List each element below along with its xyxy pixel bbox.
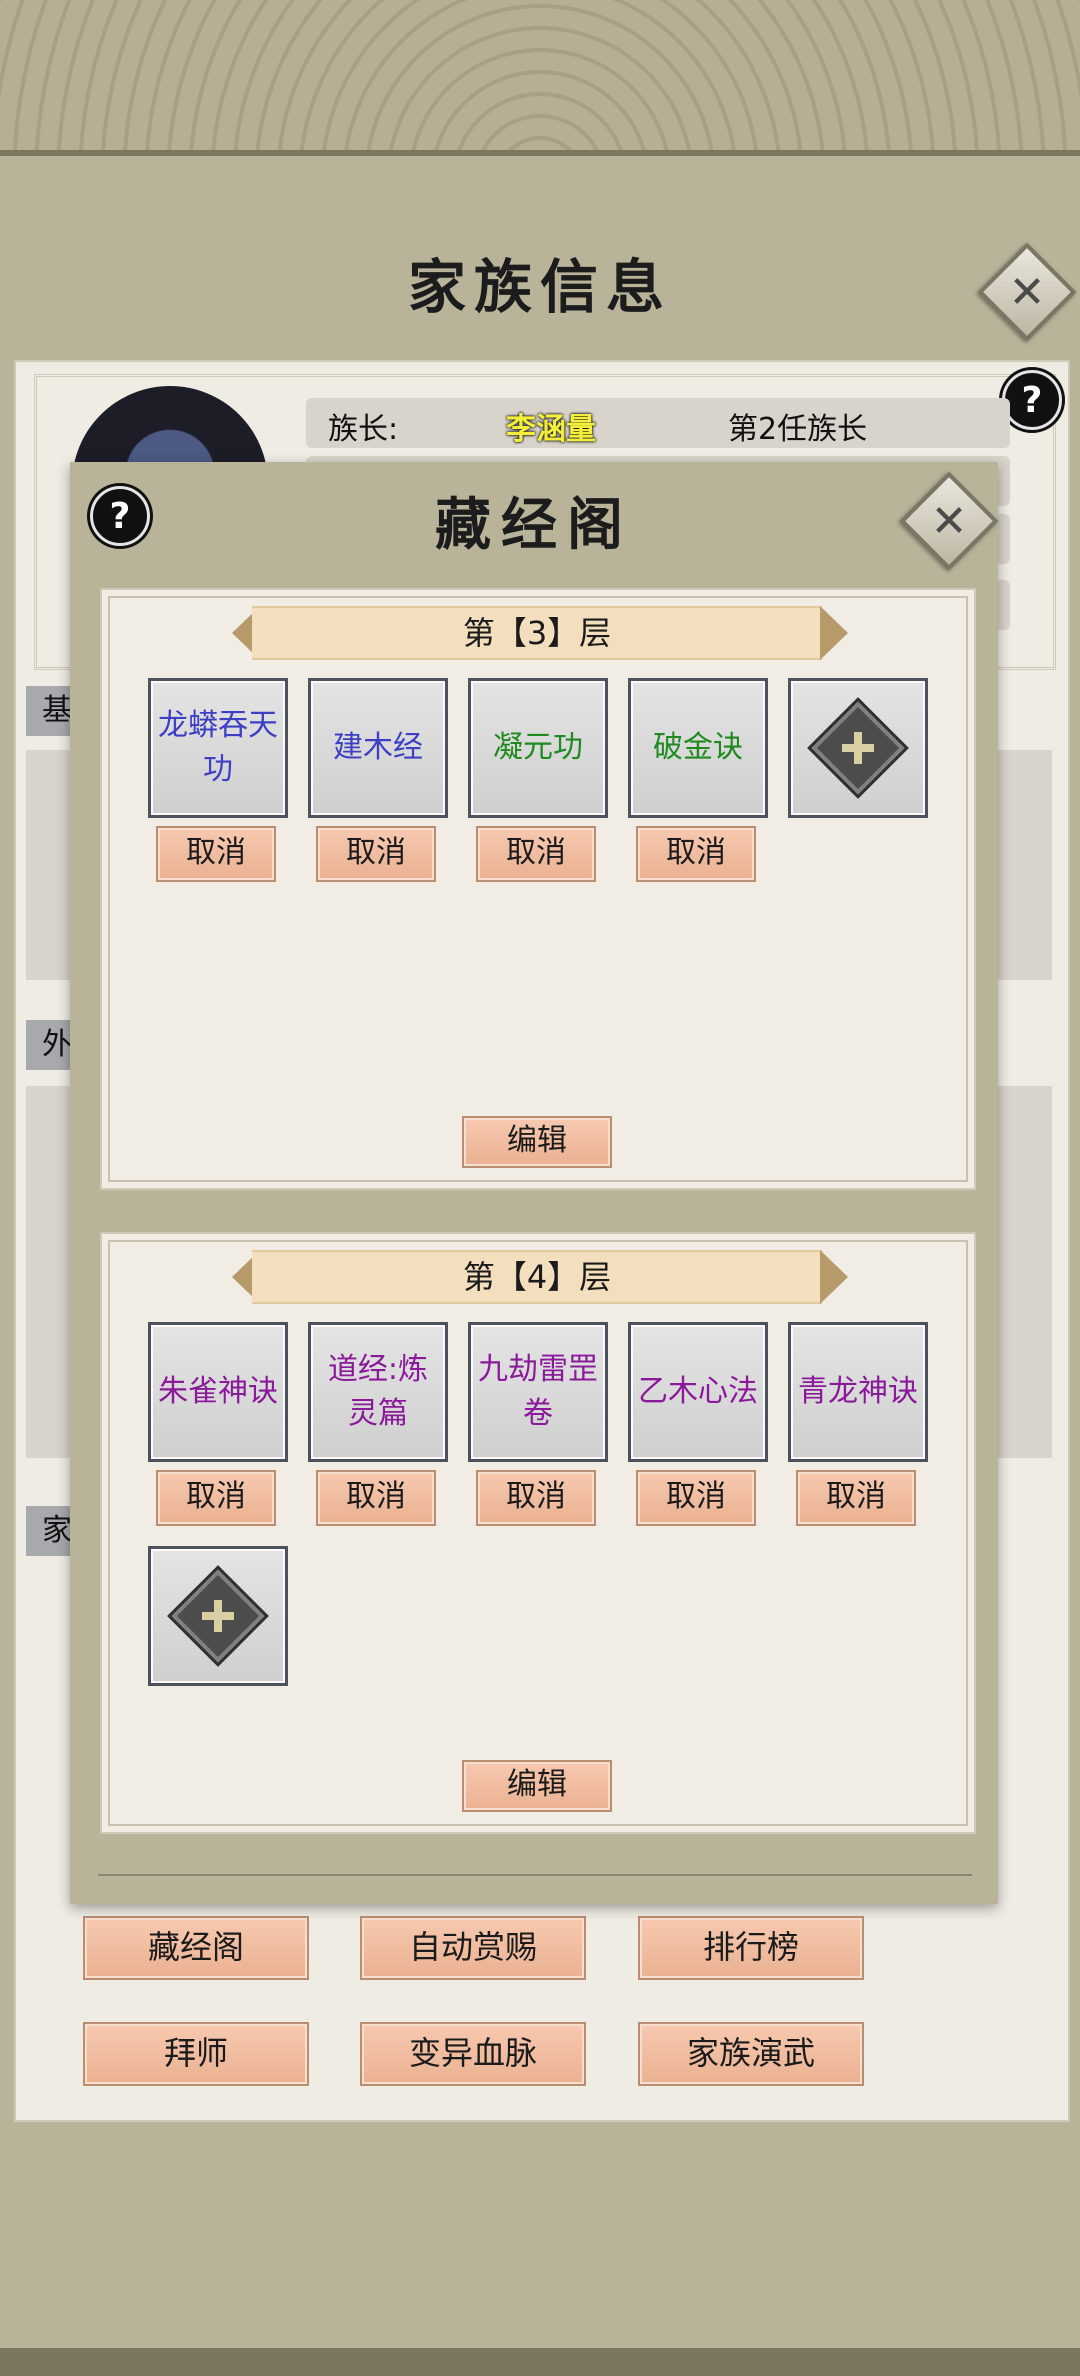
mutant-bloodline-button[interactable]: 变异血脉 (360, 2022, 586, 2086)
cancel-button[interactable]: 取消 (476, 1470, 596, 1526)
edit-button[interactable]: 编辑 (462, 1116, 612, 1168)
next-floor-arrow-icon[interactable] (820, 1250, 848, 1304)
cancel-button[interactable]: 取消 (636, 826, 756, 882)
close-icon: ✕ (1008, 266, 1046, 318)
add-skill-slot[interactable] (788, 678, 928, 818)
edit-button[interactable]: 编辑 (462, 1760, 612, 1812)
skill-slot[interactable]: 建木经 (308, 678, 448, 818)
bottom-decoration (0, 2348, 1080, 2376)
apprentice-button[interactable]: 拜师 (83, 2022, 309, 2086)
floor-card: 第【3】层 龙蟒吞天功 建木经 凝元功 破金诀 取消 取消 取消 取消 编辑 (100, 588, 976, 1190)
close-icon: ✕ (930, 495, 968, 547)
next-floor-arrow-icon[interactable] (820, 606, 848, 660)
leader-rank: 第2任族长 (728, 412, 868, 447)
library-dialog: 藏经阁 ? ✕ 第【3】层 龙蟒吞天功 建木经 凝元功 破金诀 取消 取消 取消… (70, 462, 999, 1904)
skill-slot[interactable]: 凝元功 (468, 678, 608, 818)
skill-slot[interactable]: 龙蟒吞天功 (148, 678, 288, 818)
floor-label: 第【3】层 (252, 606, 822, 660)
leader-row: 族长: 李涵量 第2任族长 (306, 398, 1010, 448)
top-decoration (0, 0, 1080, 156)
leader-name: 李涵量 (506, 412, 596, 447)
family-martial-button[interactable]: 家族演武 (638, 2022, 864, 2086)
cancel-button[interactable]: 取消 (156, 1470, 276, 1526)
add-skill-slot[interactable] (148, 1546, 288, 1686)
skill-slot[interactable]: 九劫雷罡卷 (468, 1322, 608, 1462)
skill-slot[interactable]: 道经:炼灵篇 (308, 1322, 448, 1462)
skill-slot[interactable]: 破金诀 (628, 678, 768, 818)
add-icon (811, 701, 905, 795)
cancel-button[interactable]: 取消 (156, 826, 276, 882)
cancel-button[interactable]: 取消 (476, 826, 596, 882)
leader-label: 族长: (328, 412, 399, 447)
floor-label: 第【4】层 (252, 1250, 822, 1304)
cancel-button[interactable]: 取消 (796, 1470, 916, 1526)
help-button[interactable]: ? (1002, 370, 1062, 430)
skill-slot[interactable]: 青龙神诀 (788, 1322, 928, 1462)
floor-card: 第【4】层 朱雀神诀 道经:炼灵篇 九劫雷罡卷 乙木心法 青龙神诀 取消 取消 … (100, 1232, 976, 1834)
page-title: 家族信息 (407, 253, 672, 321)
add-icon (171, 1569, 265, 1663)
auto-reward-button[interactable]: 自动赏赐 (360, 1916, 586, 1980)
help-button[interactable]: ? (90, 486, 150, 546)
skill-slot[interactable]: 乙木心法 (628, 1322, 768, 1462)
cancel-button[interactable]: 取消 (316, 1470, 436, 1526)
leaderboard-button[interactable]: 排行榜 (638, 1916, 864, 1980)
divider (98, 1874, 972, 1876)
cancel-button[interactable]: 取消 (316, 826, 436, 882)
dialog-title: 藏经阁 (435, 492, 633, 558)
cancel-button[interactable]: 取消 (636, 1470, 756, 1526)
library-button[interactable]: 藏经阁 (83, 1916, 309, 1980)
skill-slot[interactable]: 朱雀神诀 (148, 1322, 288, 1462)
